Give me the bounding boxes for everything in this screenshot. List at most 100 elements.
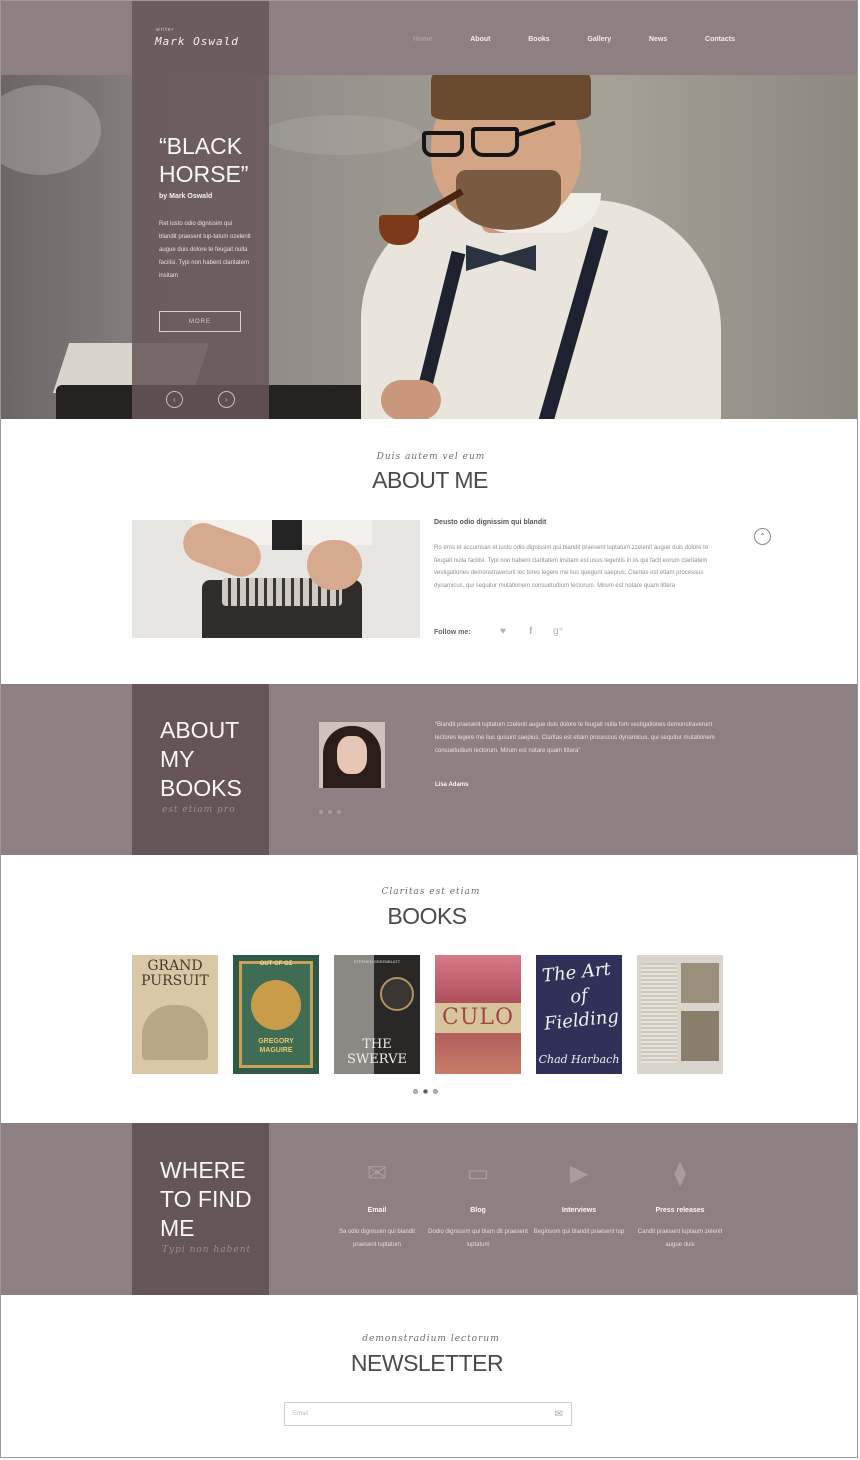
about-title: ABOUT ME <box>372 467 488 493</box>
find-item-desc: Dodio dignissim qui blam dit praesent lu… <box>428 1229 528 1248</box>
newsletter-script-subtitle: demonstradium lectorum <box>362 1334 500 1344</box>
book-author: GREGORY MAGUIRE <box>258 1038 294 1054</box>
find-item-desc: Candit praesent luptaum zelenit augue du… <box>637 1229 723 1248</box>
google-plus-icon[interactable]: g⁺ <box>553 626 564 637</box>
book-title: CULO <box>441 1005 515 1030</box>
book-title: GRAND PURSUIT <box>141 958 209 989</box>
scroll-up-icon[interactable]: ⌃ <box>754 528 771 545</box>
pager-dot-active[interactable] <box>423 1089 428 1094</box>
book-photo <box>681 1011 719 1061</box>
newsletter-form: Email ✉ <box>284 1402 572 1426</box>
nav-home[interactable]: Home <box>409 36 436 48</box>
about-books-title-line: MY <box>160 746 195 772</box>
books-pager <box>413 1089 438 1094</box>
hero-byline: by Mark Oswald <box>159 193 213 200</box>
envelope-icon[interactable]: ✉ <box>555 1409 563 1420</box>
twitter-icon[interactable]: ♥ <box>500 626 506 637</box>
find-item-label: Interviews <box>561 1207 597 1214</box>
avatar-face <box>337 736 367 774</box>
book-title: The Art of Fielding <box>541 958 620 1035</box>
typewriter-hands-image <box>132 520 420 638</box>
book-cover[interactable]: GRAND PURSUIT <box>132 955 218 1074</box>
book-photo <box>681 963 719 1003</box>
find-item-press[interactable]: ⧫ Press releases Candit praesent luptaum… <box>630 1161 730 1252</box>
find-item-desc: Beginsom qui blandit praesent lup <box>533 1229 625 1235</box>
pager-dot[interactable] <box>337 810 341 814</box>
book-cover[interactable]: CULO <box>435 955 521 1074</box>
book-author: STEPHEN GREENBLATT <box>353 959 401 964</box>
nav-books[interactable]: Books <box>524 36 553 48</box>
find-me-title: WHERE TO FIND ME <box>160 1156 252 1243</box>
logo-tagline: writer <box>156 27 175 33</box>
tie <box>272 520 302 550</box>
facebook-icon[interactable]: f <box>529 626 532 637</box>
man-hair <box>431 75 591 120</box>
find-me-title-line: TO FIND <box>160 1186 252 1212</box>
nav-about[interactable]: About <box>466 36 494 48</box>
browser-icon: ▭ <box>466 1160 490 1187</box>
books-script-subtitle: Claritas est etiam <box>381 887 481 897</box>
find-item-email[interactable]: ✉ Email Sa odio dignissim qui blandit pr… <box>327 1161 427 1252</box>
pager-dot[interactable] <box>319 810 323 814</box>
book-cover[interactable]: OUT OF OZ GREGORY MAGUIRE <box>233 955 319 1074</box>
hero-title-line: “BLACK <box>159 133 243 159</box>
about-books-title-line: ABOUT <box>160 717 240 743</box>
hero-title-line: HORSE” <box>159 161 249 187</box>
glasses-left-lens <box>422 131 464 157</box>
about-text: Ro eros et accumsan et iusto odio dignis… <box>434 545 709 589</box>
books-title: BOOKS <box>387 903 467 929</box>
pager-dot[interactable] <box>433 1089 438 1094</box>
hero-side-panel <box>132 1 269 419</box>
glasses-right-lens <box>471 127 519 157</box>
find-item-desc: Sa odio dignissim qui blandit praesent l… <box>338 1229 416 1248</box>
chevron-right-icon[interactable]: › <box>218 391 235 408</box>
avatar <box>319 722 385 788</box>
about-books-section <box>1 684 857 855</box>
book-medallion <box>380 977 414 1011</box>
nav-news[interactable]: News <box>645 36 671 48</box>
hero-description: Ret iusto odio dignissim qui blandit pra… <box>159 221 251 279</box>
testimonial-quote: “Blandit praesent luptatum zzelenit augu… <box>435 722 715 754</box>
find-item-interviews[interactable]: ▶ Interviews Beginsom qui blandit praese… <box>529 1161 629 1239</box>
hero-banner <box>1 75 857 419</box>
book-emblem <box>251 980 301 1030</box>
smoke-decoration <box>261 115 421 155</box>
find-item-blog[interactable]: ▭ Blog Dodio dignissim qui blam dit prae… <box>428 1161 528 1252</box>
smoke-decoration <box>1 85 101 175</box>
hero-title: “BLACK HORSE” <box>159 132 259 188</box>
find-me-title-line: WHERE <box>160 1157 246 1183</box>
main-nav: Home About Books Gallery News Contacts <box>409 36 739 48</box>
hand-right <box>307 540 362 590</box>
pager-dot[interactable] <box>413 1089 418 1094</box>
man-hand <box>381 380 441 419</box>
nav-contacts[interactable]: Contacts <box>701 36 739 48</box>
find-item-label: Press releases <box>655 1207 705 1214</box>
about-script-subtitle: Duis autem vel eum <box>376 452 486 462</box>
follow-label: Follow me: <box>434 629 471 636</box>
find-me-script: Typi non habent <box>162 1245 252 1255</box>
video-camera-icon: ▶ <box>569 1160 589 1187</box>
nav-gallery[interactable]: Gallery <box>583 36 615 48</box>
find-me-title-line: ME <box>160 1215 195 1241</box>
book-cover[interactable]: The Art of Fielding Chad Harbach <box>536 955 622 1074</box>
email-input[interactable]: Email <box>293 1411 308 1417</box>
testimonial-pager <box>319 810 341 814</box>
pager-dot[interactable] <box>328 810 332 814</box>
more-button[interactable]: MORE <box>159 311 241 332</box>
about-books-title: ABOUT MY BOOKS <box>160 716 242 803</box>
book-author: Chad Harbach <box>538 1053 620 1066</box>
envelope-icon: ✉ <box>366 1160 388 1187</box>
book-text-column <box>641 963 677 1063</box>
chevron-left-icon[interactable]: ‹ <box>166 391 183 408</box>
newsletter-title: NEWSLETTER <box>350 1350 504 1376</box>
book-title: THE SWERVE <box>347 1037 407 1067</box>
site-logo[interactable]: Mark Oswald <box>155 35 239 48</box>
page: writer Mark Oswald Home About Books Gall… <box>0 0 858 1458</box>
book-title: OUT OF OZ <box>259 961 293 967</box>
book-cover[interactable]: STEPHEN GREENBLATT THE SWERVE <box>334 955 420 1074</box>
about-books-script: est etiam pro <box>162 805 236 815</box>
book-cover[interactable] <box>637 955 723 1074</box>
testimonial-author: Lisa Adams <box>435 782 469 788</box>
book-illustration <box>142 1005 208 1060</box>
about-heading: Deusto odio dignissim qui blandit <box>434 519 547 526</box>
